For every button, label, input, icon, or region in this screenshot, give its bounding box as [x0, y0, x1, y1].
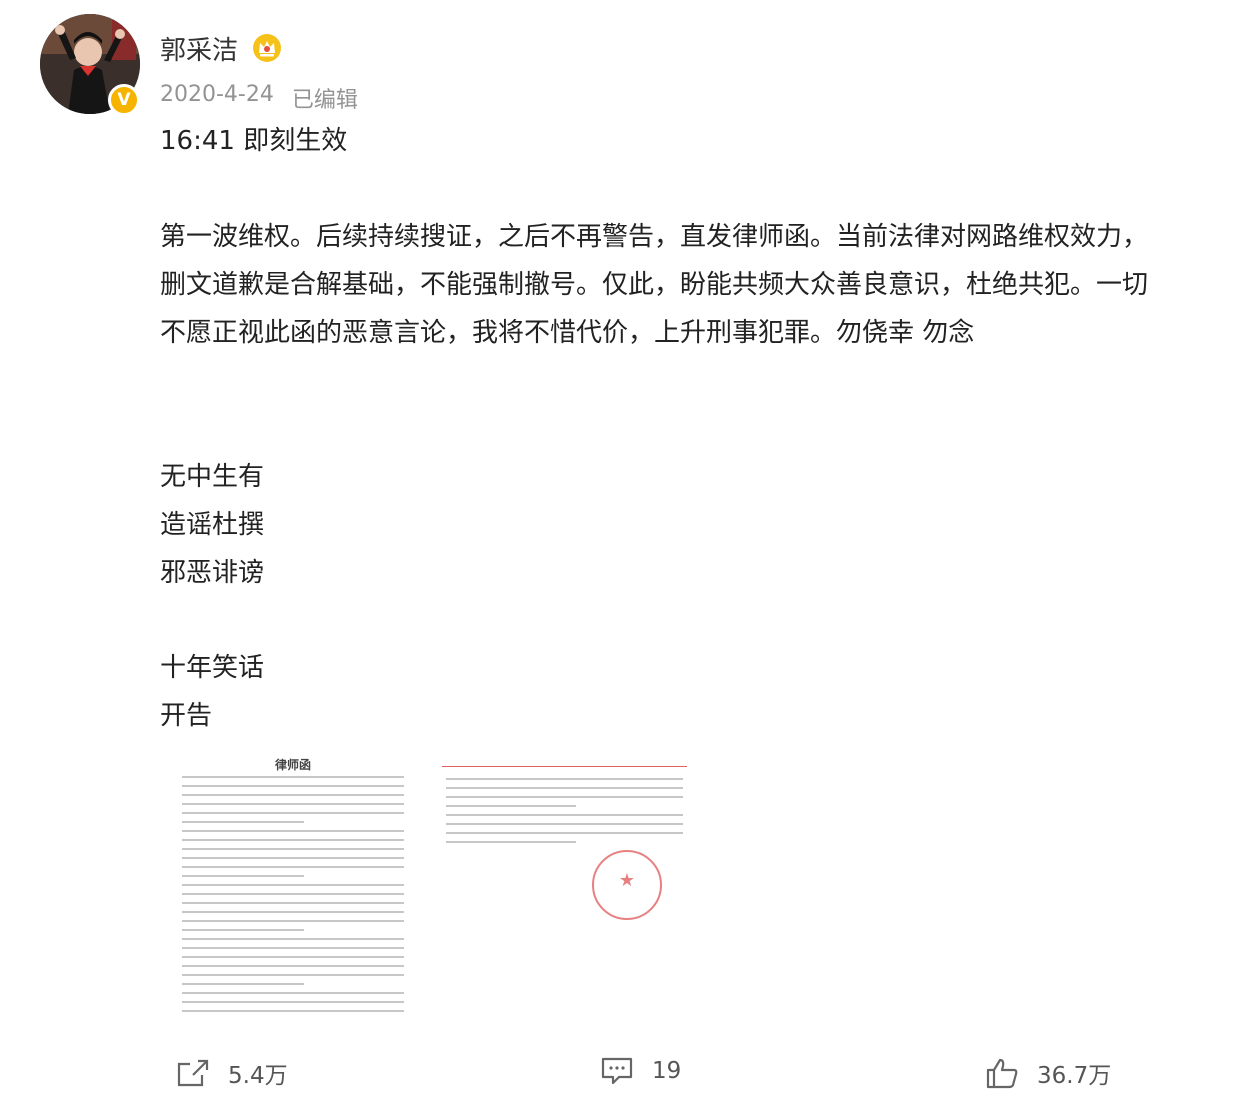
like-count: 36.7万: [1037, 1063, 1112, 1089]
document-text-line: [182, 803, 404, 805]
document-text-line: [182, 965, 404, 967]
document-text-line: [182, 794, 404, 796]
official-seal-icon: ★: [592, 850, 662, 920]
post-meta: 2020-4-24 已编辑: [160, 82, 358, 114]
document-text-line: [182, 920, 404, 922]
document-text-line: [182, 902, 404, 904]
document-text-line: [446, 823, 683, 825]
document-text-line: [446, 778, 683, 780]
document-text-line: [446, 814, 683, 816]
document-text-line: [446, 841, 577, 843]
verified-mark: V: [117, 89, 131, 110]
document-text-line: [446, 787, 683, 789]
edited-label[interactable]: 已编辑: [292, 82, 358, 114]
document-text-lines: [182, 776, 404, 1019]
action-bar: 5.4万 19 36.7万: [0, 1056, 1260, 1104]
red-divider: [442, 766, 687, 767]
comment-icon: [601, 1057, 633, 1085]
document-text-line: [182, 776, 404, 778]
document-text-line: [446, 832, 683, 834]
document-text-line: [182, 884, 404, 886]
document-text-line: [182, 956, 404, 958]
post-paragraph-line: 第一波维权。后续持续搜证，之后不再警告，直发律师函。当前法律对网路维权效力，: [160, 222, 1149, 252]
comment-count: 19: [652, 1058, 682, 1084]
document-text-line: [182, 974, 404, 976]
document-text-line: [446, 796, 683, 798]
attachment-image-letter-page-2[interactable]: ★: [442, 750, 687, 930]
document-text-line: [182, 947, 404, 949]
thumbs-up-icon: [986, 1058, 1018, 1089]
share-icon: [177, 1059, 209, 1087]
repost-button[interactable]: 5.4万: [176, 1056, 288, 1090]
document-text-line: [182, 785, 404, 787]
username[interactable]: 郭采洁: [160, 30, 238, 67]
document-text-line: [182, 812, 404, 814]
document-text-line: [182, 983, 305, 985]
document-text-line: [182, 929, 305, 931]
post-list-item: 开告: [160, 701, 213, 731]
post-time-line: 16:41 即刻生效: [160, 126, 348, 156]
attachment-image-lawyer-letter[interactable]: 律师函: [178, 750, 408, 1025]
post-list-item: 造谣杜撰: [160, 510, 265, 540]
document-text-line: [182, 911, 404, 913]
post-list-item: 无中生有: [160, 462, 265, 492]
document-text-line: [182, 1001, 404, 1003]
document-text-line: [182, 992, 404, 994]
post-date[interactable]: 2020-4-24: [160, 82, 274, 114]
document-text-line: [182, 857, 404, 859]
post-list-item: 邪恶诽谤: [160, 558, 265, 588]
verified-badge-icon: V: [108, 84, 140, 116]
document-text-line: [182, 866, 404, 868]
like-button[interactable]: 36.7万: [985, 1056, 1111, 1090]
post-paragraph-line: 删文道歉是合解基础，不能强制撤号。仅此，盼能共频大众善良意识，杜绝共犯。一切: [160, 270, 1149, 300]
document-text-line: [182, 938, 404, 940]
post-list-item: 十年笑话: [160, 653, 265, 683]
document-text-line: [446, 805, 577, 807]
crown-icon[interactable]: [252, 33, 282, 63]
document-text-line: [182, 830, 404, 832]
document-text-line: [182, 821, 305, 823]
attachment-title: 律师函: [274, 758, 311, 772]
document-text-line: [182, 875, 305, 877]
document-text-line: [182, 839, 404, 841]
repost-count: 5.4万: [228, 1063, 288, 1089]
document-text-line: [182, 893, 404, 895]
document-text-line: [182, 848, 404, 850]
comment-button[interactable]: 19: [600, 1056, 681, 1086]
post-paragraph-line: 不愿正视此函的恶意言论，我将不惜代价，上升刑事犯罪。勿侥幸 勿念: [160, 318, 975, 348]
document-text-lines: [446, 778, 683, 850]
document-text-line: [182, 1010, 404, 1012]
